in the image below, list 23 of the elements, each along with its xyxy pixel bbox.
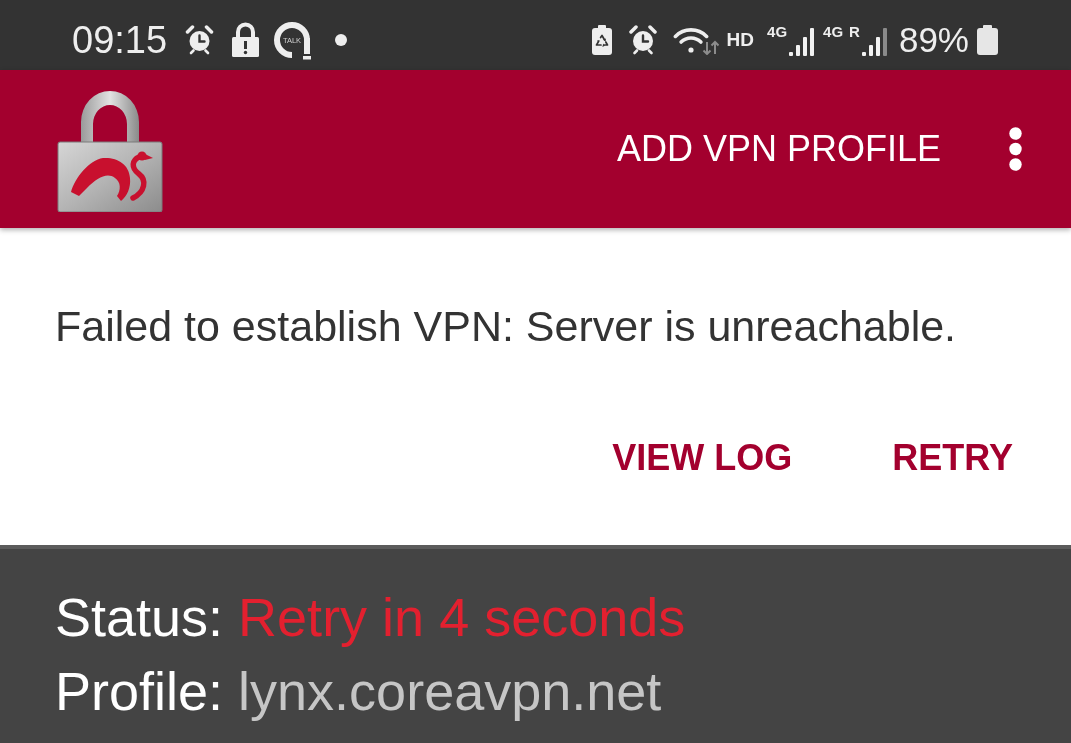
battery-icon bbox=[977, 25, 998, 55]
field-label: Status: bbox=[55, 586, 224, 649]
battery-recycle-icon bbox=[590, 25, 613, 55]
network-type-label: 4G bbox=[823, 24, 844, 38]
wifi-icon bbox=[672, 25, 719, 55]
notification-dot-icon bbox=[335, 34, 348, 46]
error-message: Failed to establish VPN: Server is unreachable. bbox=[55, 301, 957, 352]
field-value: Retry in 4 seconds bbox=[238, 586, 686, 649]
add-vpn-profile-button[interactable]: ADD VPN PROFILE bbox=[616, 120, 941, 178]
lock-alert-icon bbox=[230, 21, 262, 57]
action-button[interactable]: RETRY bbox=[876, 425, 1029, 491]
field-value: lynx.coreavpn.net bbox=[238, 660, 662, 723]
signal-bars-icon bbox=[861, 27, 887, 56]
battery-percent: 89% bbox=[898, 20, 969, 60]
alarm-clock-icon bbox=[628, 25, 657, 55]
signal-bars-icon bbox=[789, 27, 815, 56]
roaming-label: R bbox=[849, 24, 860, 38]
wifi-label: HD bbox=[726, 29, 755, 51]
more-options-icon[interactable] bbox=[1009, 127, 1022, 171]
clock-time: 09:15 bbox=[72, 18, 168, 62]
network-type-label: 4G bbox=[767, 24, 788, 38]
field-label: Profile: bbox=[55, 660, 224, 723]
action-button[interactable]: VIEW LOG bbox=[596, 425, 809, 491]
